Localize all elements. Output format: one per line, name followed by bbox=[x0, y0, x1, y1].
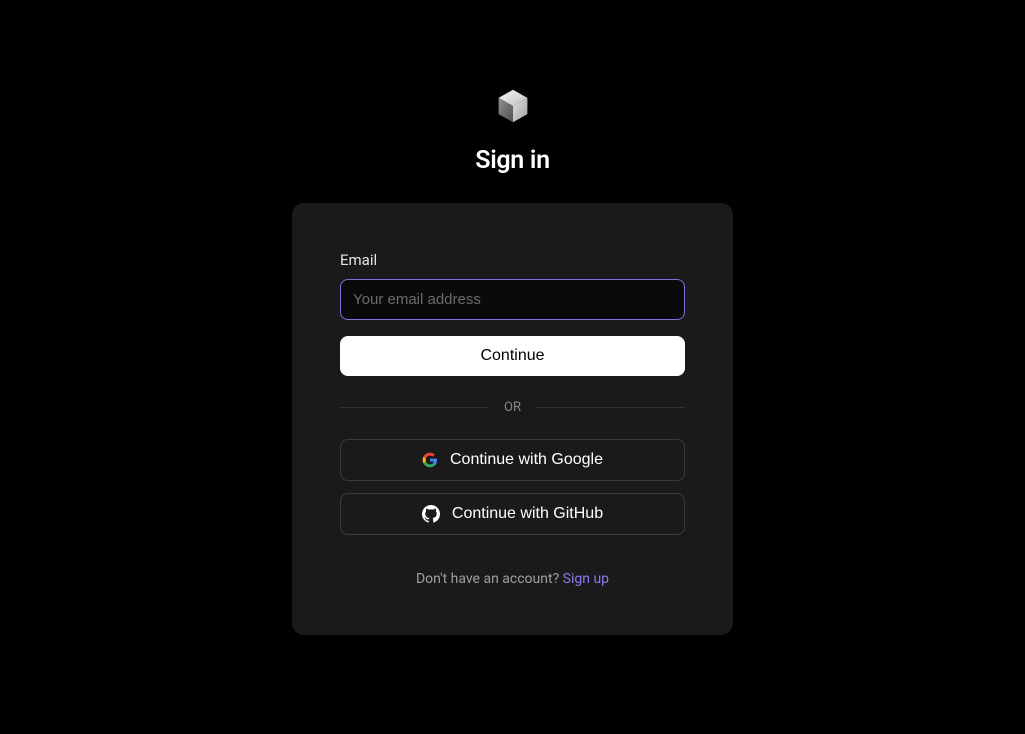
email-input[interactable] bbox=[340, 279, 685, 320]
github-icon bbox=[422, 505, 440, 523]
signup-link[interactable]: Sign up bbox=[563, 571, 609, 587]
signup-prompt: Don't have an account? Sign up bbox=[340, 571, 685, 587]
google-icon bbox=[422, 452, 438, 468]
github-oauth-button[interactable]: Continue with GitHub bbox=[340, 493, 685, 535]
google-oauth-button[interactable]: Continue with Google bbox=[340, 439, 685, 481]
signup-prompt-text: Don't have an account? bbox=[416, 571, 563, 587]
continue-button[interactable]: Continue bbox=[340, 336, 685, 376]
cube-logo-icon bbox=[495, 88, 531, 124]
email-label: Email bbox=[340, 251, 685, 269]
app-logo bbox=[495, 88, 531, 128]
divider: OR bbox=[340, 400, 685, 415]
divider-line bbox=[340, 407, 488, 408]
divider-line bbox=[537, 407, 685, 408]
github-button-label: Continue with GitHub bbox=[452, 505, 603, 523]
page-title: Sign in bbox=[475, 146, 550, 175]
divider-text: OR bbox=[488, 400, 537, 415]
signin-card: Email Continue OR Continue with Google C… bbox=[292, 203, 733, 635]
google-button-label: Continue with Google bbox=[450, 451, 603, 469]
